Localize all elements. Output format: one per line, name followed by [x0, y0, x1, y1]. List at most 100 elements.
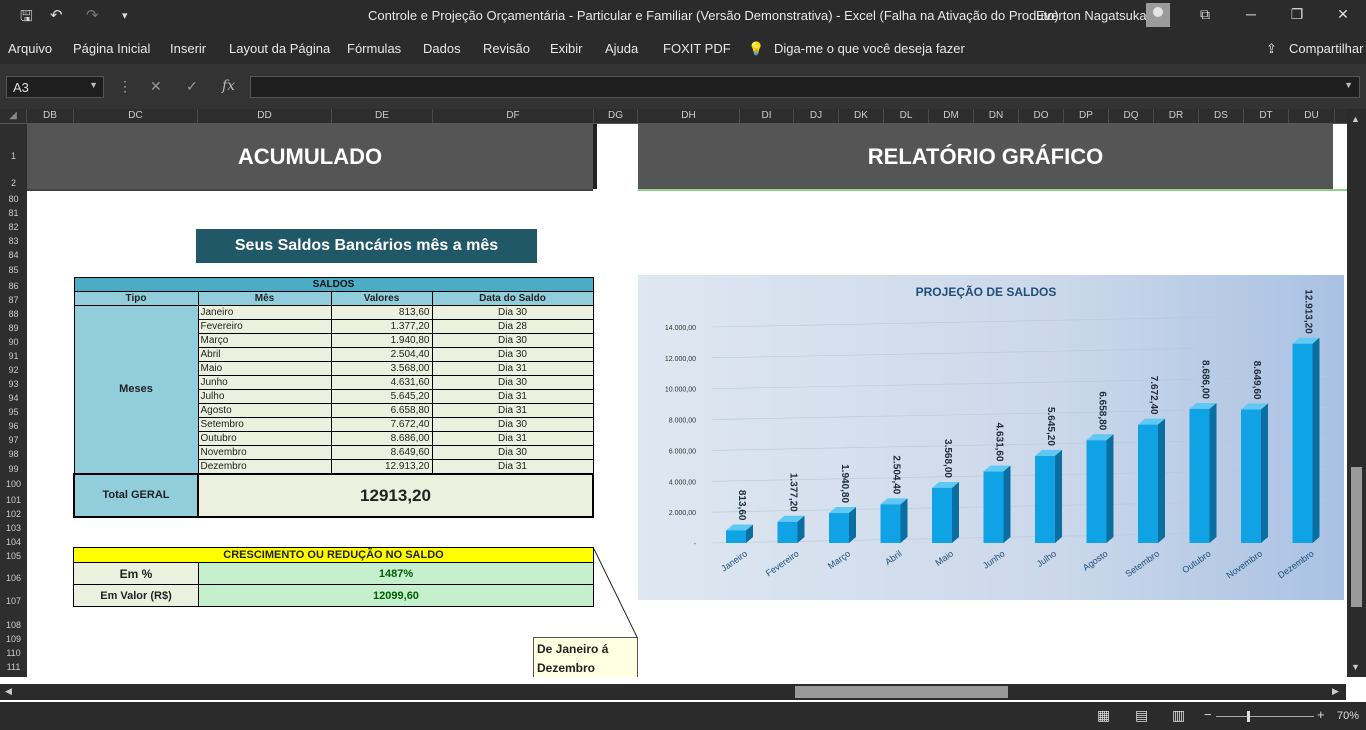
share-button[interactable]: Compartilhar: [1289, 41, 1363, 56]
insert-function-icon[interactable]: fx: [222, 78, 235, 94]
tab-pagina-inicial[interactable]: Página Inicial: [73, 41, 150, 56]
cell-valor[interactable]: 1.940,80: [330, 333, 433, 348]
cell-mes[interactable]: Novembro: [197, 445, 332, 460]
avatar[interactable]: [1146, 3, 1170, 27]
row-header[interactable]: 101: [0, 495, 27, 505]
row-header[interactable]: 96: [0, 421, 27, 431]
tipo-meses[interactable]: Meses: [73, 305, 199, 475]
column-header[interactable]: DT: [1244, 109, 1289, 123]
column-header[interactable]: DM: [929, 109, 974, 123]
header-mes[interactable]: Mês: [197, 291, 332, 306]
row-header[interactable]: 103: [0, 523, 27, 533]
tab-formulas[interactable]: Fórmulas: [347, 41, 401, 56]
cell-data[interactable]: Dia 28: [431, 319, 594, 334]
pct-label[interactable]: Em %: [73, 562, 199, 585]
chart-area[interactable]: PROJEÇÃO DE SALDOS - 2.000,00 4.000,00 6.00…: [638, 275, 1344, 600]
zoom-level[interactable]: 70%: [1337, 710, 1359, 722]
bar[interactable]: [1241, 403, 1268, 543]
row-header[interactable]: 86: [0, 281, 27, 291]
cell-mes[interactable]: Maio: [197, 361, 332, 376]
redo-icon[interactable]: ↷: [86, 6, 99, 24]
bar[interactable]: [1189, 402, 1217, 543]
tab-foxit[interactable]: FOXIT PDF: [663, 41, 731, 56]
cell-valor[interactable]: 4.631,60: [330, 375, 433, 390]
row-header[interactable]: 111: [0, 662, 27, 672]
formula-input[interactable]: ▼: [250, 76, 1360, 98]
column-header[interactable]: DK: [839, 109, 884, 123]
column-header[interactable]: DC: [74, 109, 198, 123]
cell-data[interactable]: Dia 30: [431, 445, 594, 460]
cell-mes[interactable]: Agosto: [197, 403, 332, 418]
scroll-right-icon[interactable]: ▶: [1332, 686, 1339, 697]
vertical-scrollbar[interactable]: ▲ ▼: [1347, 109, 1366, 677]
cell-valor[interactable]: 12.913,20: [330, 459, 433, 475]
enter-icon[interactable]: ✓: [186, 78, 198, 95]
cell-mes[interactable]: Setembro: [197, 417, 332, 432]
user-name[interactable]: Everton Nagatsuka: [1036, 8, 1147, 23]
column-header[interactable]: DF: [433, 109, 594, 123]
cell-data[interactable]: Dia 30: [431, 305, 594, 320]
row-header[interactable]: 106: [0, 573, 27, 583]
tab-layout[interactable]: Layout da Página: [229, 41, 330, 56]
crescimento-title[interactable]: CRESCIMENTO OU REDUÇÃO NO SALDO: [73, 547, 594, 563]
cell-data[interactable]: Dia 30: [431, 417, 594, 432]
zoom-out-icon[interactable]: −: [1204, 707, 1212, 722]
scroll-left-icon[interactable]: ◀: [5, 686, 12, 697]
cell-data[interactable]: Dia 30: [431, 333, 594, 348]
cell-valor[interactable]: 3.568,00: [330, 361, 433, 376]
row-header[interactable]: 1: [0, 151, 27, 161]
scroll-up-icon[interactable]: ▲: [1351, 114, 1360, 124]
column-header[interactable]: DD: [198, 109, 332, 123]
row-header[interactable]: 88: [0, 309, 27, 319]
column-header[interactable]: DL: [884, 109, 929, 123]
column-header[interactable]: DS: [1199, 109, 1244, 123]
cell-valor[interactable]: 1.377,20: [330, 319, 433, 334]
column-header[interactable]: DP: [1064, 109, 1109, 123]
row-header[interactable]: 104: [0, 537, 27, 547]
row-header[interactable]: 90: [0, 337, 27, 347]
row-header[interactable]: 99: [0, 464, 27, 474]
row-header[interactable]: 102: [0, 509, 27, 519]
zoom-slider[interactable]: [1216, 716, 1314, 717]
row-header[interactable]: 105: [0, 551, 27, 561]
row-header[interactable]: 83: [0, 236, 27, 246]
column-header[interactable]: DH: [638, 109, 740, 123]
row-header[interactable]: 108: [0, 620, 27, 630]
row-header[interactable]: 107: [0, 596, 27, 606]
column-header[interactable]: DO: [1019, 109, 1064, 123]
row-header[interactable]: 84: [0, 250, 27, 260]
column-header[interactable]: DG: [594, 109, 638, 123]
column-header[interactable]: DI: [740, 109, 794, 123]
row-header[interactable]: 87: [0, 295, 27, 305]
cell-valor[interactable]: 813,60: [330, 305, 433, 320]
select-all-corner[interactable]: ◢: [0, 109, 27, 123]
undo-icon[interactable]: ↶: [50, 6, 63, 24]
cell-data[interactable]: Dia 30: [431, 347, 594, 362]
zoom-in-icon[interactable]: +: [1317, 707, 1325, 722]
bar[interactable]: [1086, 434, 1114, 543]
row-header[interactable]: 93: [0, 379, 27, 389]
tab-inserir[interactable]: Inserir: [170, 41, 206, 56]
cell-valor[interactable]: 7.672,40: [330, 417, 433, 432]
cell-valor[interactable]: 6.658,80: [330, 403, 433, 418]
more-icon[interactable]: ⋮: [118, 78, 132, 95]
cancel-icon[interactable]: ✕: [150, 78, 162, 95]
row-header[interactable]: 97: [0, 435, 27, 445]
cell-valor[interactable]: 8.686,00: [330, 431, 433, 446]
header-valores[interactable]: Valores: [330, 291, 433, 306]
saldos-title[interactable]: SALDOS: [73, 277, 594, 292]
bar[interactable]: [983, 465, 1011, 543]
bar[interactable]: [1035, 449, 1062, 543]
row-header[interactable]: 109: [0, 634, 27, 644]
cell-mes[interactable]: Abril: [197, 347, 332, 362]
normal-view-icon[interactable]: ▦: [1097, 707, 1110, 724]
cell-data[interactable]: Dia 31: [431, 459, 594, 475]
bar[interactable]: [726, 524, 753, 543]
cell-data[interactable]: Dia 31: [431, 389, 594, 404]
row-header[interactable]: 110: [0, 648, 27, 658]
bar[interactable]: [829, 507, 856, 543]
close-icon[interactable]: ✕: [1328, 6, 1358, 23]
row-header[interactable]: 80: [0, 194, 27, 204]
cell-valor[interactable]: 8.649,60: [330, 445, 433, 460]
header-tipo[interactable]: Tipo: [73, 291, 199, 306]
